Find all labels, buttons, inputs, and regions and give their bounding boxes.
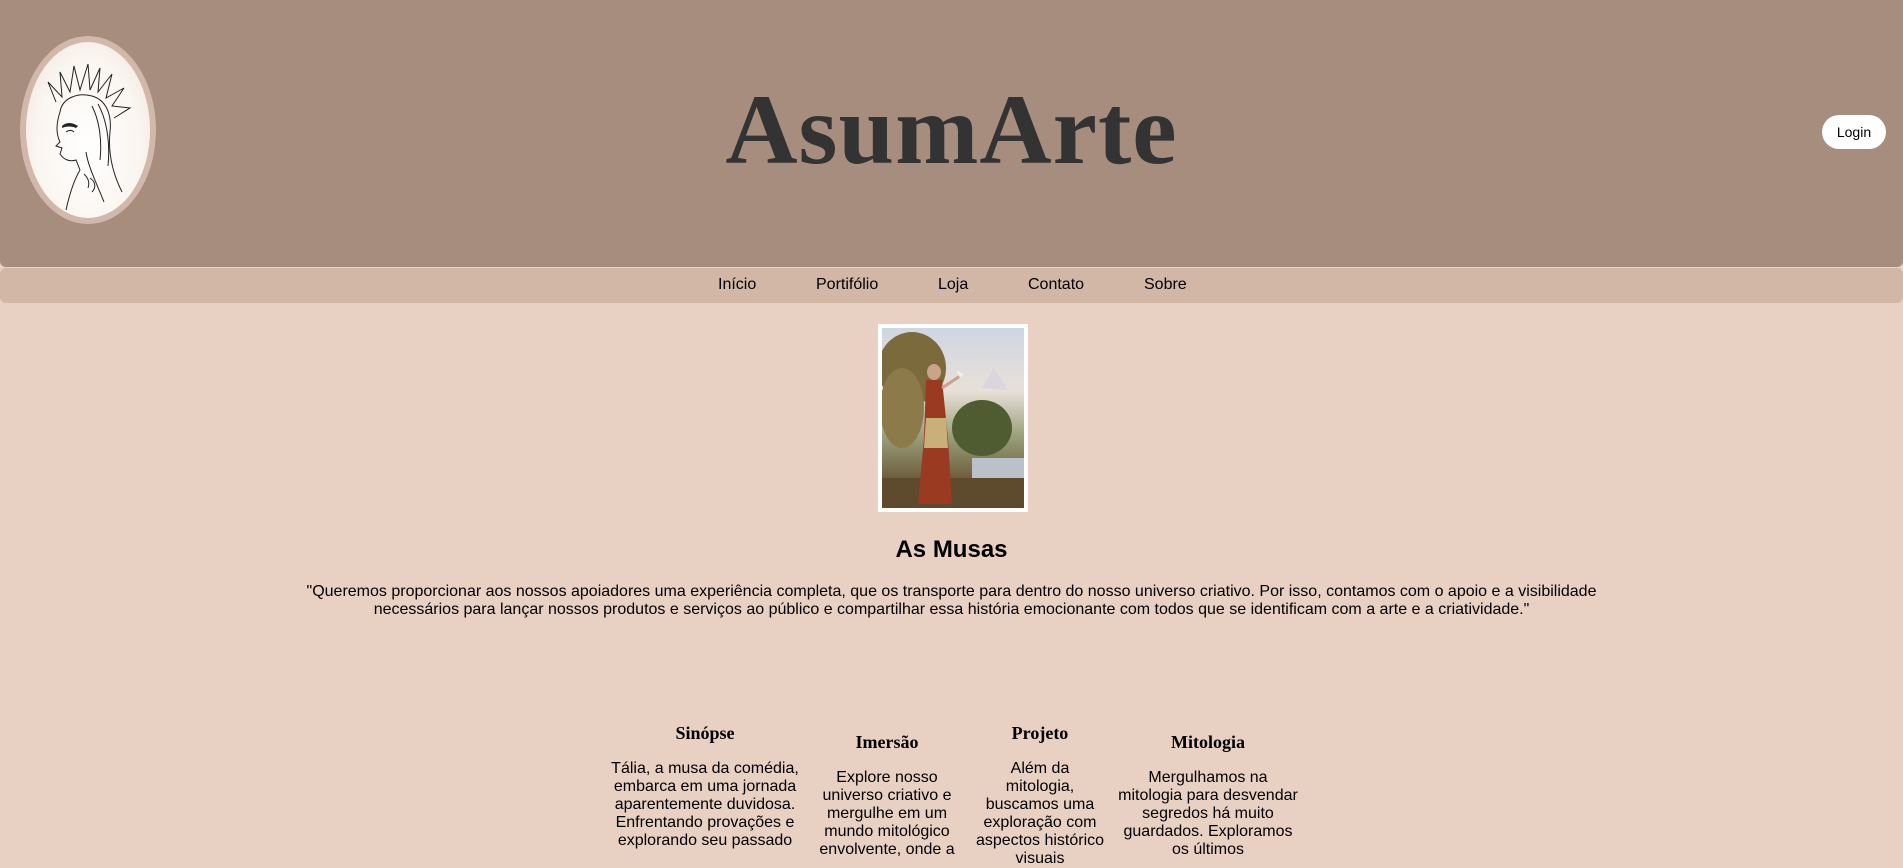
- nav-item-inicio[interactable]: Início: [718, 276, 756, 294]
- login-button[interactable]: Login: [1822, 115, 1886, 149]
- section-imersao: Imersão Explore nosso universo criativo …: [812, 732, 962, 859]
- section-title: Sinópse: [675, 723, 735, 743]
- section-text: Mergulhamos na mitologia para desvendar …: [1118, 769, 1298, 858]
- mission-quote: "Queremos proporcionar aos nossos apoiad…: [306, 583, 1597, 618]
- section-sinopse: Sinópse Tália, a musa da comédia, embarc…: [610, 723, 800, 850]
- section-title: Mitologia: [1171, 732, 1245, 752]
- nav-item-portifolio[interactable]: Portifólio: [816, 276, 878, 294]
- main-nav: Início Portifólio Loja Contato Sobre: [0, 268, 1903, 303]
- nav-item-contato[interactable]: Contato: [1028, 276, 1084, 294]
- section-projeto: Projeto Além da mitologia, buscamos uma …: [975, 723, 1105, 868]
- muse-painting-image: [882, 328, 1024, 508]
- section-text: Além da mitologia, buscamos uma exploraç…: [975, 760, 1105, 867]
- section-title: Projeto: [1011, 723, 1069, 743]
- site-header: AsumArte Login: [0, 0, 1903, 267]
- section-title: Imersão: [855, 732, 919, 752]
- page-title: As Musas: [895, 536, 1008, 563]
- nav-item-loja[interactable]: Loja: [938, 276, 968, 294]
- site-title: AsumArte: [725, 74, 1178, 185]
- section-mitologia: Mitologia Mergulhamos na mitologia para …: [1118, 732, 1298, 859]
- section-text: Tália, a musa da comédia, embarca em uma…: [611, 760, 799, 849]
- section-text: Explore nosso universo criativo e mergul…: [819, 769, 955, 858]
- nav-item-sobre[interactable]: Sobre: [1144, 276, 1187, 294]
- hero-image-frame: [878, 324, 1028, 512]
